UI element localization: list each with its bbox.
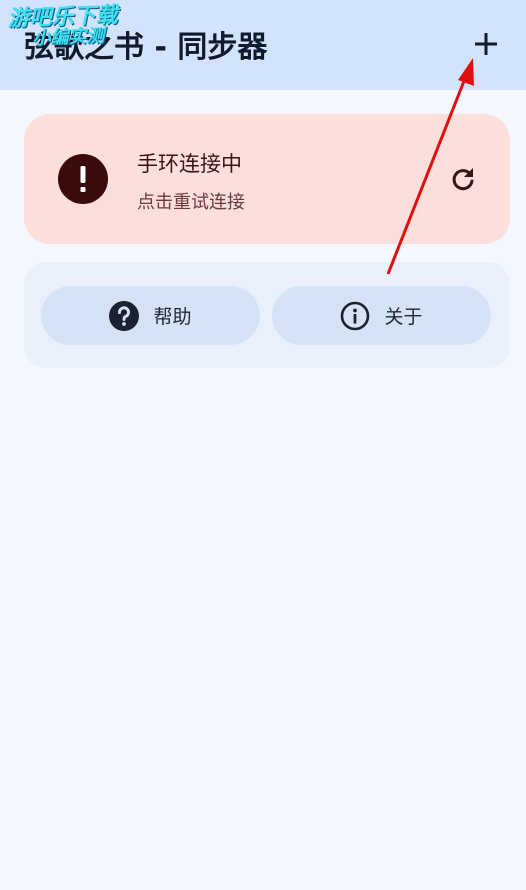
refresh-icon xyxy=(452,168,474,191)
actions-card: 帮助 关于 xyxy=(24,262,510,368)
app-bar: 弦歌之书 - 同步器 xyxy=(0,0,526,90)
about-button[interactable]: 关于 xyxy=(272,286,491,345)
help-label: 帮助 xyxy=(153,306,192,328)
info-icon xyxy=(341,301,370,330)
help-circle-icon xyxy=(109,300,140,331)
retry-button[interactable] xyxy=(444,160,482,198)
help-button[interactable]: 帮助 xyxy=(41,286,260,345)
status-title: 手环连接中 xyxy=(137,152,242,176)
error-icon xyxy=(58,154,108,204)
add-button[interactable] xyxy=(464,22,508,66)
connection-status-card[interactable]: 手环连接中 点击重试连接 xyxy=(24,114,510,244)
status-subtitle: 点击重试连接 xyxy=(137,192,245,213)
page-title: 弦歌之书 - 同步器 xyxy=(24,30,268,65)
plus-icon xyxy=(475,33,497,55)
about-label: 关于 xyxy=(384,306,423,328)
